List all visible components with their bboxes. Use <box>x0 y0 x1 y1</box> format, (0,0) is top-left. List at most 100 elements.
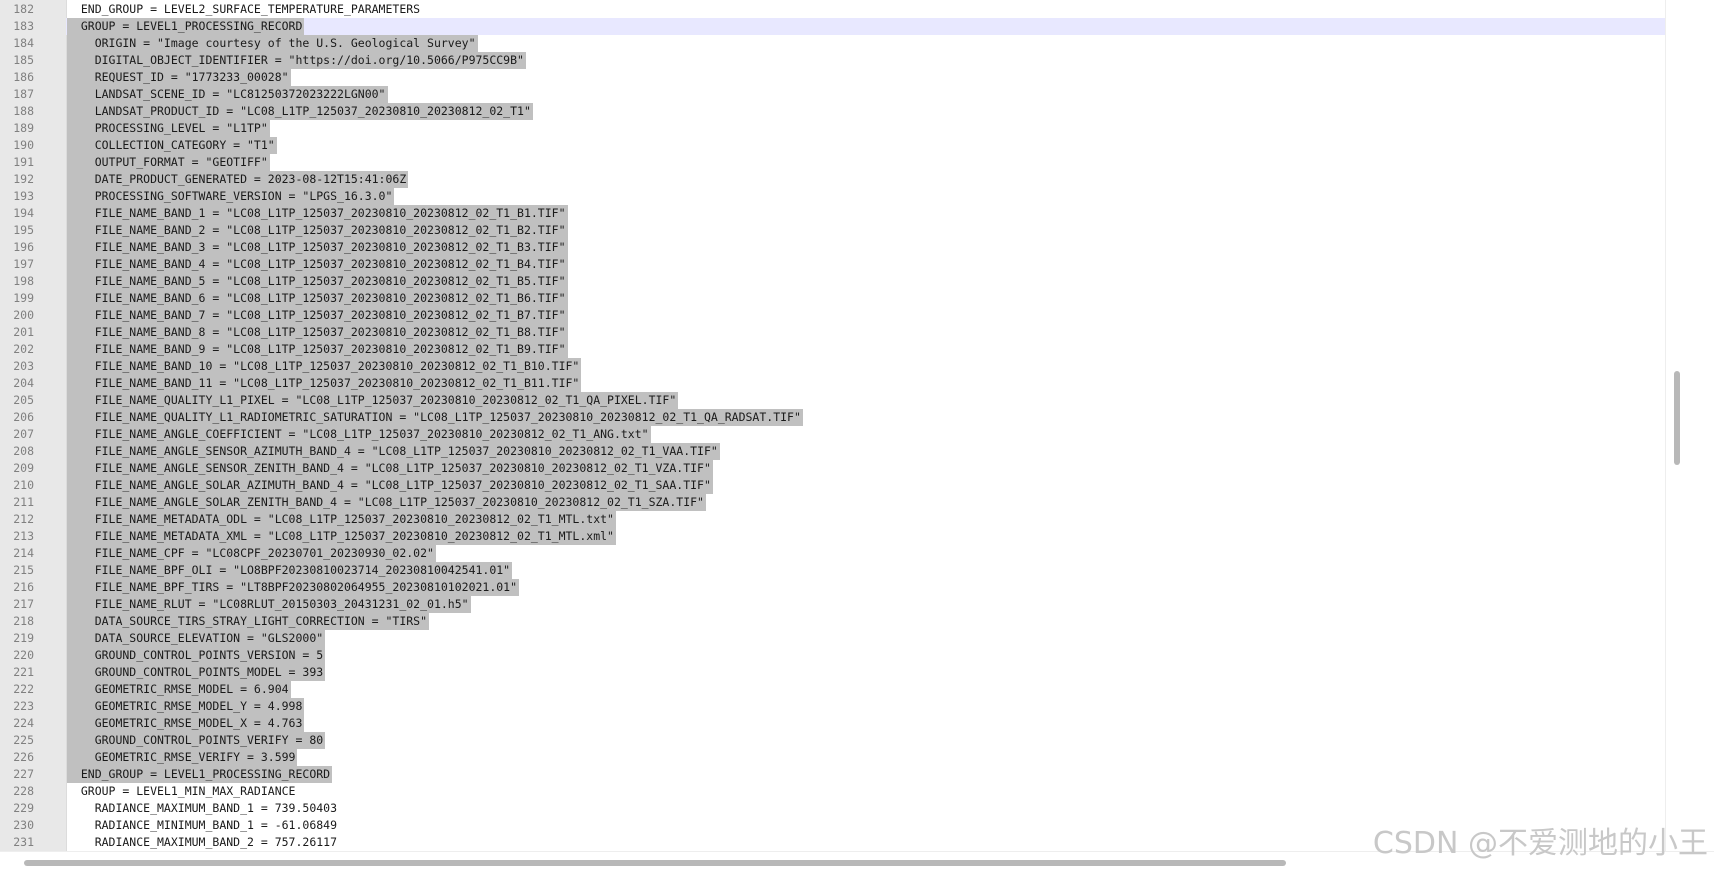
code-text[interactable]: RADIANCE_MAXIMUM_BAND_1 = 739.50403 <box>67 800 339 817</box>
code-line[interactable]: 216 FILE_NAME_BPF_TIRS = "LT8BPF20230802… <box>0 579 1690 596</box>
code-text[interactable]: REQUEST_ID = "1773233_00028" <box>67 69 291 86</box>
code-text[interactable]: PROCESSING_LEVEL = "L1TP" <box>67 120 270 137</box>
code-text[interactable]: DATA_SOURCE_ELEVATION = "GLS2000" <box>67 630 326 647</box>
code-text[interactable]: FILE_NAME_ANGLE_SOLAR_ZENITH_BAND_4 = "L… <box>67 494 706 511</box>
vertical-scrollbar-thumb[interactable] <box>1674 371 1680 465</box>
code-text[interactable]: FILE_NAME_ANGLE_SENSOR_AZIMUTH_BAND_4 = … <box>67 443 720 460</box>
code-text[interactable]: RADIANCE_MAXIMUM_BAND_2 = 757.26117 <box>67 834 339 851</box>
code-line[interactable]: 203 FILE_NAME_BAND_10 = "LC08_L1TP_12503… <box>0 358 1690 375</box>
code-text[interactable]: END_GROUP = LEVEL2_SURFACE_TEMPERATURE_P… <box>67 1 422 18</box>
code-line[interactable]: 186 REQUEST_ID = "1773233_00028" <box>0 69 1690 86</box>
code-line[interactable]: 191 OUTPUT_FORMAT = "GEOTIFF" <box>0 154 1690 171</box>
code-line[interactable]: 218 DATA_SOURCE_TIRS_STRAY_LIGHT_CORRECT… <box>0 613 1690 630</box>
code-text[interactable]: FILE_NAME_BPF_OLI = "LO8BPF2023081002371… <box>67 562 513 579</box>
code-text[interactable]: FILE_NAME_BAND_11 = "LC08_L1TP_125037_20… <box>67 375 582 392</box>
code-text[interactable]: FILE_NAME_QUALITY_L1_PIXEL = "LC08_L1TP_… <box>67 392 679 409</box>
horizontal-scrollbar-thumb[interactable] <box>24 860 1286 866</box>
code-line[interactable]: 208 FILE_NAME_ANGLE_SENSOR_AZIMUTH_BAND_… <box>0 443 1690 460</box>
code-text[interactable]: GEOMETRIC_RMSE_VERIFY = 3.599 <box>67 749 298 766</box>
code-line[interactable]: 202 FILE_NAME_BAND_9 = "LC08_L1TP_125037… <box>0 341 1690 358</box>
code-line[interactable]: 199 FILE_NAME_BAND_6 = "LC08_L1TP_125037… <box>0 290 1690 307</box>
code-text[interactable]: FILE_NAME_BAND_5 = "LC08_L1TP_125037_202… <box>67 273 568 290</box>
code-text[interactable]: FILE_NAME_BPF_TIRS = "LT8BPF202308020649… <box>67 579 520 596</box>
code-line[interactable]: 193 PROCESSING_SOFTWARE_VERSION = "LPGS_… <box>0 188 1690 205</box>
code-line[interactable]: 222 GEOMETRIC_RMSE_MODEL = 6.904 <box>0 681 1690 698</box>
code-line[interactable]: 205 FILE_NAME_QUALITY_L1_PIXEL = "LC08_L… <box>0 392 1690 409</box>
code-line[interactable]: 188 LANDSAT_PRODUCT_ID = "LC08_L1TP_1250… <box>0 103 1690 120</box>
code-text[interactable]: PROCESSING_SOFTWARE_VERSION = "LPGS_16.3… <box>67 188 395 205</box>
code-text[interactable]: GEOMETRIC_RMSE_MODEL = 6.904 <box>67 681 291 698</box>
code-line[interactable]: 229 RADIANCE_MAXIMUM_BAND_1 = 739.50403 <box>0 800 1690 817</box>
code-line[interactable]: 192 DATE_PRODUCT_GENERATED = 2023-08-12T… <box>0 171 1690 188</box>
code-text[interactable]: GROUP = LEVEL1_MIN_MAX_RADIANCE <box>67 783 297 800</box>
code-text[interactable]: END_GROUP = LEVEL1_PROCESSING_RECORD <box>67 766 333 783</box>
code-line[interactable]: 183 GROUP = LEVEL1_PROCESSING_RECORD <box>0 18 1690 35</box>
code-text[interactable]: GROUND_CONTROL_POINTS_VERIFY = 80 <box>67 732 326 749</box>
code-text[interactable]: GROUND_CONTROL_POINTS_MODEL = 393 <box>67 664 326 681</box>
code-line[interactable]: 224 GEOMETRIC_RMSE_MODEL_X = 4.763 <box>0 715 1690 732</box>
code-line[interactable]: 219 DATA_SOURCE_ELEVATION = "GLS2000" <box>0 630 1690 647</box>
code-line[interactable]: 215 FILE_NAME_BPF_OLI = "LO8BPF202308100… <box>0 562 1690 579</box>
code-line[interactable]: 227 END_GROUP = LEVEL1_PROCESSING_RECORD <box>0 766 1690 783</box>
code-text[interactable]: FILE_NAME_BAND_6 = "LC08_L1TP_125037_202… <box>67 290 568 307</box>
code-line[interactable]: 200 FILE_NAME_BAND_7 = "LC08_L1TP_125037… <box>0 307 1690 324</box>
code-line[interactable]: 226 GEOMETRIC_RMSE_VERIFY = 3.599 <box>0 749 1690 766</box>
code-line[interactable]: 207 FILE_NAME_ANGLE_COEFFICIENT = "LC08_… <box>0 426 1690 443</box>
code-text[interactable]: FILE_NAME_BAND_3 = "LC08_L1TP_125037_202… <box>67 239 568 256</box>
code-text[interactable]: FILE_NAME_METADATA_XML = "LC08_L1TP_1250… <box>67 528 616 545</box>
code-line[interactable]: 210 FILE_NAME_ANGLE_SOLAR_AZIMUTH_BAND_4… <box>0 477 1690 494</box>
code-line[interactable]: 197 FILE_NAME_BAND_4 = "LC08_L1TP_125037… <box>0 256 1690 273</box>
code-text[interactable]: FILE_NAME_BAND_4 = "LC08_L1TP_125037_202… <box>67 256 568 273</box>
code-line[interactable]: 204 FILE_NAME_BAND_11 = "LC08_L1TP_12503… <box>0 375 1690 392</box>
code-line[interactable]: 187 LANDSAT_SCENE_ID = "LC81250372023222… <box>0 86 1690 103</box>
code-line[interactable]: 220 GROUND_CONTROL_POINTS_VERSION = 5 <box>0 647 1690 664</box>
code-text[interactable]: ORIGIN = "Image courtesy of the U.S. Geo… <box>67 35 478 52</box>
code-text[interactable]: FILE_NAME_BAND_8 = "LC08_L1TP_125037_202… <box>67 324 568 341</box>
code-text[interactable]: DATE_PRODUCT_GENERATED = 2023-08-12T15:4… <box>67 171 409 188</box>
code-text[interactable]: FILE_NAME_BAND_2 = "LC08_L1TP_125037_202… <box>67 222 568 239</box>
code-line[interactable]: 228 GROUP = LEVEL1_MIN_MAX_RADIANCE <box>0 783 1690 800</box>
code-line[interactable]: 212 FILE_NAME_METADATA_ODL = "LC08_L1TP_… <box>0 511 1690 528</box>
code-text[interactable]: FILE_NAME_RLUT = "LC08RLUT_20150303_2043… <box>67 596 471 613</box>
code-line[interactable]: 221 GROUND_CONTROL_POINTS_MODEL = 393 <box>0 664 1690 681</box>
code-text[interactable]: FILE_NAME_METADATA_ODL = "LC08_L1TP_1250… <box>67 511 616 528</box>
code-text[interactable]: DIGITAL_OBJECT_IDENTIFIER = "https://doi… <box>67 52 526 69</box>
code-line[interactable]: 223 GEOMETRIC_RMSE_MODEL_Y = 4.998 <box>0 698 1690 715</box>
code-text[interactable]: FILE_NAME_BAND_10 = "LC08_L1TP_125037_20… <box>67 358 582 375</box>
code-text[interactable]: COLLECTION_CATEGORY = "T1" <box>67 137 277 154</box>
code-line[interactable]: 217 FILE_NAME_RLUT = "LC08RLUT_20150303_… <box>0 596 1690 613</box>
code-line[interactable]: 190 COLLECTION_CATEGORY = "T1" <box>0 137 1690 154</box>
text-editor[interactable]: 182 END_GROUP = LEVEL2_SURFACE_TEMPERATU… <box>0 0 1690 852</box>
code-line[interactable]: 214 FILE_NAME_CPF = "LC08CPF_20230701_20… <box>0 545 1690 562</box>
code-text[interactable]: FILE_NAME_BAND_9 = "LC08_L1TP_125037_202… <box>67 341 568 358</box>
code-line[interactable]: 189 PROCESSING_LEVEL = "L1TP" <box>0 120 1690 137</box>
code-area[interactable]: 182 END_GROUP = LEVEL2_SURFACE_TEMPERATU… <box>0 1 1690 851</box>
code-line[interactable]: 206 FILE_NAME_QUALITY_L1_RADIOMETRIC_SAT… <box>0 409 1690 426</box>
code-line[interactable]: 196 FILE_NAME_BAND_3 = "LC08_L1TP_125037… <box>0 239 1690 256</box>
code-line[interactable]: 198 FILE_NAME_BAND_5 = "LC08_L1TP_125037… <box>0 273 1690 290</box>
code-line[interactable]: 194 FILE_NAME_BAND_1 = "LC08_L1TP_125037… <box>0 205 1690 222</box>
code-text[interactable]: OUTPUT_FORMAT = "GEOTIFF" <box>67 154 270 171</box>
code-line[interactable]: 201 FILE_NAME_BAND_8 = "LC08_L1TP_125037… <box>0 324 1690 341</box>
code-text[interactable]: FILE_NAME_ANGLE_SENSOR_ZENITH_BAND_4 = "… <box>67 460 713 477</box>
code-line[interactable]: 211 FILE_NAME_ANGLE_SOLAR_ZENITH_BAND_4 … <box>0 494 1690 511</box>
code-line[interactable]: 225 GROUND_CONTROL_POINTS_VERIFY = 80 <box>0 732 1690 749</box>
code-text[interactable]: FILE_NAME_BAND_1 = "LC08_L1TP_125037_202… <box>67 205 568 222</box>
code-text[interactable]: FILE_NAME_CPF = "LC08CPF_20230701_202309… <box>67 545 436 562</box>
code-text[interactable]: GEOMETRIC_RMSE_MODEL_X = 4.763 <box>67 715 305 732</box>
code-line[interactable]: 185 DIGITAL_OBJECT_IDENTIFIER = "https:/… <box>0 52 1690 69</box>
code-text[interactable]: RADIANCE_MINIMUM_BAND_1 = -61.06849 <box>67 817 339 834</box>
code-text[interactable]: LANDSAT_PRODUCT_ID = "LC08_L1TP_125037_2… <box>67 103 533 120</box>
code-text[interactable]: FILE_NAME_ANGLE_SOLAR_AZIMUTH_BAND_4 = "… <box>67 477 713 494</box>
code-text[interactable]: GROUND_CONTROL_POINTS_VERSION = 5 <box>67 647 326 664</box>
code-text[interactable]: FILE_NAME_QUALITY_L1_RADIOMETRIC_SATURAT… <box>67 409 803 426</box>
code-text[interactable]: LANDSAT_SCENE_ID = "LC81250372023222LGN0… <box>67 86 388 103</box>
code-text[interactable]: DATA_SOURCE_TIRS_STRAY_LIGHT_CORRECTION … <box>67 613 430 630</box>
code-text[interactable]: GROUP = LEVEL1_PROCESSING_RECORD <box>67 18 305 35</box>
code-text[interactable]: FILE_NAME_BAND_7 = "LC08_L1TP_125037_202… <box>67 307 568 324</box>
code-line[interactable]: 209 FILE_NAME_ANGLE_SENSOR_ZENITH_BAND_4… <box>0 460 1690 477</box>
vertical-scrollbar[interactable] <box>1665 0 1690 852</box>
code-line[interactable]: 184 ORIGIN = "Image courtesy of the U.S.… <box>0 35 1690 52</box>
code-text[interactable]: GEOMETRIC_RMSE_MODEL_Y = 4.998 <box>67 698 305 715</box>
code-line[interactable]: 195 FILE_NAME_BAND_2 = "LC08_L1TP_125037… <box>0 222 1690 239</box>
